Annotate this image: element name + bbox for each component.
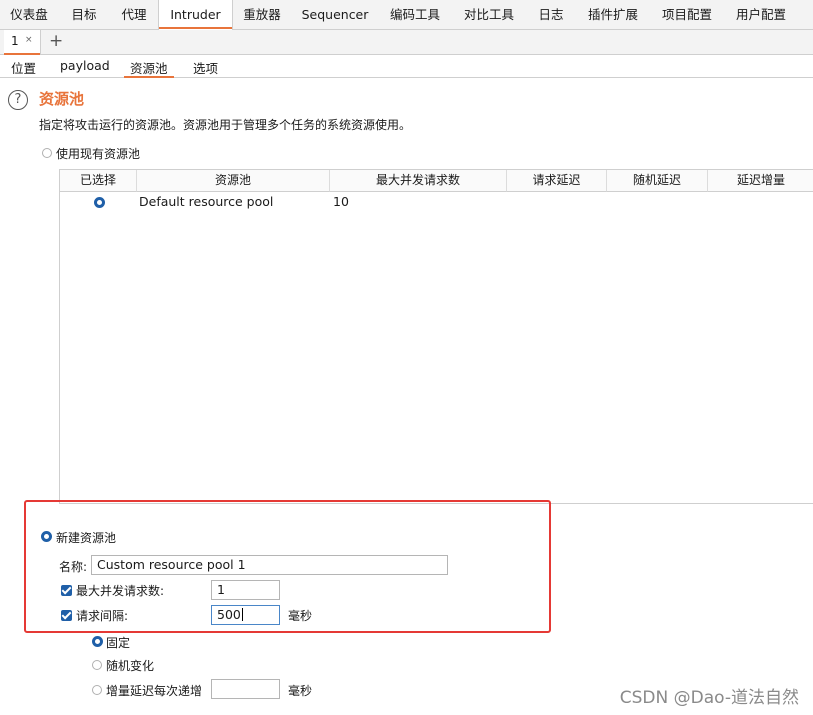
tab-comparer[interactable]: 对比工具 (452, 0, 526, 29)
plus-icon[interactable]: + (49, 31, 63, 51)
new-pool-label: 新建资源池 (56, 531, 117, 545)
max-concurrent-input[interactable]: 1 (211, 580, 280, 600)
help-icon[interactable]: ? (8, 90, 28, 110)
section-description: 指定将攻击运行的资源池。资源池用于管理多个任务的系统资源使用。 (39, 118, 412, 132)
interval-unit-label: 毫秒 (288, 609, 313, 623)
incremental-unit-label: 毫秒 (288, 684, 313, 698)
tab-extensions[interactable]: 插件扩展 (576, 0, 650, 29)
request-interval-checkbox[interactable] (61, 610, 72, 621)
new-pool-radio[interactable] (41, 531, 52, 542)
subtab-options[interactable]: 选项 (193, 58, 218, 77)
max-concurrent-checkbox[interactable] (61, 585, 72, 596)
use-existing-pool-radio[interactable] (42, 148, 52, 158)
pool-name-cell: Default resource pool (139, 194, 274, 209)
name-label: 名称: (59, 560, 88, 574)
watermark: CSDN @Dao-道法自然 (619, 688, 799, 708)
tab-intruder[interactable]: Intruder (158, 0, 233, 30)
tab-proxy[interactable]: 代理 (110, 0, 158, 29)
close-icon[interactable]: × (25, 35, 33, 45)
fixed-delay-label: 固定 (106, 636, 131, 650)
instance-tab-bar: 1 × + (0, 30, 813, 55)
subtab-positions[interactable]: 位置 (11, 58, 36, 77)
subtab-payloads[interactable]: payload (60, 58, 110, 73)
instance-tab-1[interactable]: 1 × (4, 30, 41, 55)
request-interval-input[interactable]: 500 (211, 605, 280, 625)
column-header-random-delay[interactable]: 随机延迟 (607, 170, 708, 192)
pool-name-input[interactable]: Custom resource pool 1 (91, 555, 448, 575)
tab-user-options[interactable]: 用户配置 (724, 0, 798, 29)
max-concurrent-cell: 10 (333, 194, 349, 209)
tab-project-options[interactable]: 项目配置 (650, 0, 724, 29)
column-header-selected[interactable]: 已选择 (60, 170, 137, 192)
tab-target[interactable]: 目标 (58, 0, 110, 29)
tab-repeater[interactable]: 重放器 (232, 0, 292, 29)
request-interval-value: 500 (217, 607, 241, 622)
sub-tab-bar: 位置 payload 资源池 选项 (0, 55, 813, 78)
use-existing-pool-label: 使用现有资源池 (56, 147, 141, 161)
column-header-pool[interactable]: 资源池 (137, 170, 330, 192)
random-delay-label: 随机变化 (106, 659, 155, 673)
resource-pool-table: 已选择 资源池 最大并发请求数 请求延迟 随机延迟 延迟增量 Default r… (59, 169, 813, 504)
column-header-delay[interactable]: 请求延迟 (507, 170, 607, 192)
max-concurrent-label: 最大并发请求数: (76, 584, 165, 598)
tab-logger[interactable]: 日志 (526, 0, 576, 29)
request-interval-label: 请求间隔: (76, 609, 129, 623)
incremental-delay-radio[interactable] (92, 685, 102, 695)
incremental-delay-input[interactable] (211, 679, 280, 699)
section-title: 资源池 (39, 90, 85, 108)
random-delay-radio[interactable] (92, 660, 102, 670)
column-header-delay-increment[interactable]: 延迟增量 (708, 170, 813, 192)
tab-dashboard[interactable]: 仪表盘 (0, 0, 58, 29)
instance-tab-label: 1 (11, 34, 19, 48)
incremental-delay-label: 增量延迟每次递增 (106, 684, 203, 698)
main-tab-bar: 仪表盘 目标 代理 Intruder 重放器 Sequencer 编码工具 对比… (0, 0, 813, 30)
subtab-resource-pool[interactable]: 资源池 (124, 58, 173, 78)
row-selected-radio[interactable] (94, 197, 105, 208)
fixed-delay-radio[interactable] (92, 636, 103, 647)
tab-decoder[interactable]: 编码工具 (378, 0, 452, 29)
text-cursor (241, 608, 243, 621)
column-header-max-concurrent[interactable]: 最大并发请求数 (330, 170, 507, 192)
tab-sequencer[interactable]: Sequencer (292, 0, 378, 29)
